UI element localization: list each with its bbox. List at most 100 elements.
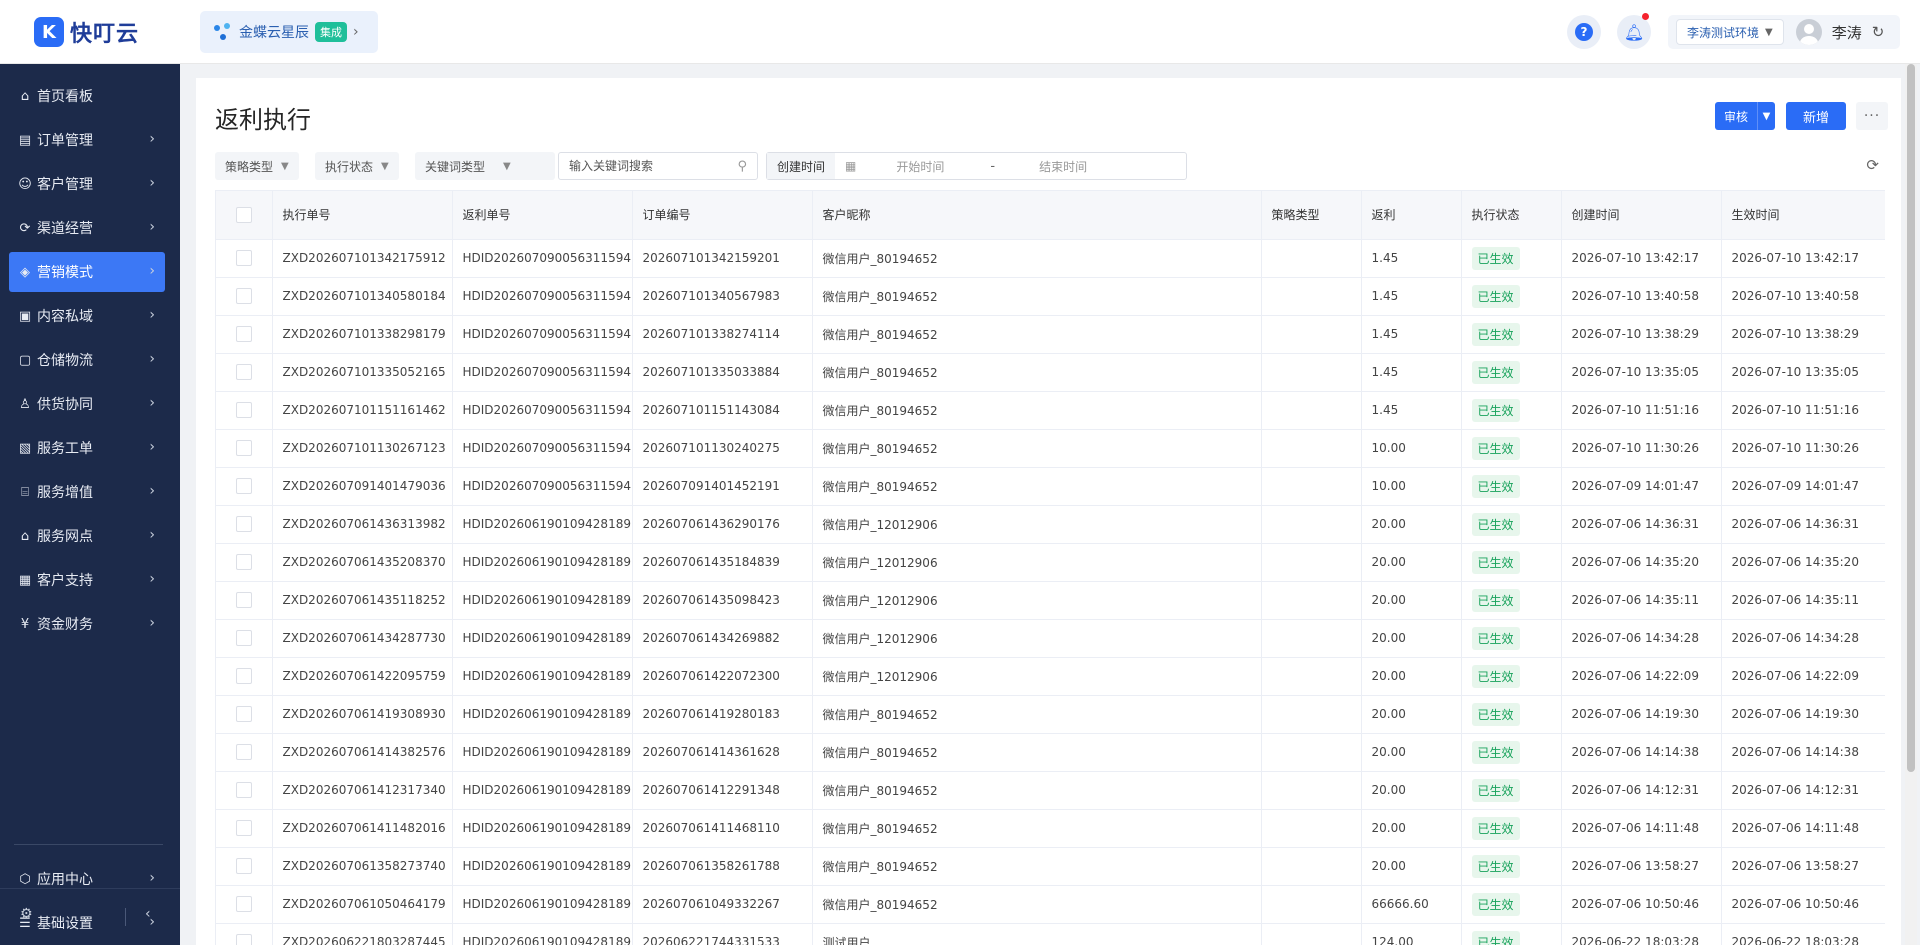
row-checkbox[interactable]	[216, 771, 273, 810]
column-header[interactable]: 策略类型	[1261, 191, 1362, 240]
audit-button[interactable]: 审核	[1715, 102, 1757, 130]
row-checkbox[interactable]	[216, 467, 273, 506]
row-checkbox[interactable]	[216, 885, 273, 924]
table-row[interactable]: ZXD202607061434287730 HDID202606190109428…	[216, 619, 1885, 658]
table-row[interactable]: ZXD202607101335052165 HDID202607090056311…	[216, 353, 1885, 392]
table-cell: 已生效	[1461, 239, 1562, 278]
row-checkbox[interactable]	[216, 391, 273, 430]
sidebar-item-support[interactable]: ▦ 客户支持 ›	[9, 560, 165, 600]
refresh-list-icon[interactable]: ⟳	[1866, 156, 1879, 174]
strategy-type-select[interactable]: 策略类型 ▼	[215, 152, 299, 180]
chevron-right-icon: ›	[149, 395, 155, 411]
notification-button[interactable]: 🔔︎	[1617, 13, 1651, 49]
table-cell: 2026-07-06 13:58:27	[1561, 847, 1722, 886]
sidebar-divider	[14, 844, 163, 845]
column-header[interactable]: 客户昵称	[812, 191, 1262, 240]
row-checkbox[interactable]	[216, 847, 273, 886]
help-button[interactable]: ?	[1567, 15, 1601, 49]
table-cell: 202607101340567983	[632, 277, 813, 316]
table-row[interactable]: ZXD202607061435118252 HDID202606190109428…	[216, 581, 1885, 620]
keyword-type-select[interactable]: 关键词类型 ▼	[415, 152, 555, 180]
sidebar-item-image[interactable]: ▣ 内容私域 ›	[9, 296, 165, 336]
column-header[interactable]: 生效时间	[1721, 191, 1885, 240]
table-row[interactable]: ZXD202607061050464179 HDID202606190109428…	[216, 885, 1885, 924]
table-cell: 2026-07-10 13:42:17	[1721, 239, 1885, 278]
table-row[interactable]: ZXD202607061411482016 HDID202606190109428…	[216, 809, 1885, 848]
logo[interactable]: K 快叮云	[34, 16, 139, 48]
sidebar-item-user[interactable]: ☺ 客户管理 ›	[9, 164, 165, 204]
row-checkbox[interactable]	[216, 619, 273, 658]
user-name[interactable]: 李涛	[1832, 22, 1862, 43]
sidebar-item-tag[interactable]: ◈ 营销模式 ›	[9, 252, 165, 292]
table-row[interactable]: ZXD202607101151161462 HDID202607090056311…	[216, 391, 1885, 430]
table-row[interactable]: ZXD202607101338298179 HDID202607090056311…	[216, 315, 1885, 354]
table-row[interactable]: ZXD202607101340580184 HDID202607090056311…	[216, 277, 1885, 316]
row-checkbox[interactable]	[216, 923, 273, 945]
table-row[interactable]: ZXD202607061422095759 HDID202606190109428…	[216, 657, 1885, 696]
table-row[interactable]: ZXD202607061412317340 HDID202606190109428…	[216, 771, 1885, 810]
row-checkbox[interactable]	[216, 505, 273, 544]
sidebar-item-order-doc[interactable]: ▤ 订单管理 ›	[9, 120, 165, 160]
environment-select[interactable]: 李涛测试环境 ▼	[1676, 19, 1784, 45]
table-row[interactable]: ZXD202607061414382576 HDID202606190109428…	[216, 733, 1885, 772]
sidebar-item-channel[interactable]: ⟳ 渠道经营 ›	[9, 208, 165, 248]
sidebar-item-warehouse[interactable]: ▢ 仓储物流 ›	[9, 340, 165, 380]
sidebar-item-label: 营销模式	[37, 265, 93, 281]
scrollbar-thumb[interactable]	[1907, 64, 1915, 772]
row-checkbox[interactable]	[216, 239, 273, 278]
search-input[interactable]	[569, 153, 729, 179]
new-button[interactable]: 新增	[1786, 102, 1846, 130]
page-scrollbar[interactable]	[1905, 64, 1917, 945]
table-cell: 2026-07-10 11:30:26	[1721, 429, 1885, 468]
row-checkbox[interactable]	[216, 809, 273, 848]
chevron-right-icon: ›	[149, 307, 155, 323]
audit-dropdown-button[interactable]: ▼	[1757, 102, 1775, 130]
table-cell: ZXD202606221803287445	[272, 923, 453, 945]
column-header[interactable]: 执行状态	[1461, 191, 1562, 240]
gear-icon[interactable]: ⚙	[20, 906, 33, 922]
sidebar-item-bag[interactable]: ⌸ 服务增值 ›	[9, 472, 165, 512]
sidebar-item-yen[interactable]: ¥ 资金财务 ›	[9, 604, 165, 644]
row-checkbox[interactable]	[216, 543, 273, 582]
table-row[interactable]: ZXD202607061436313982 HDID202606190109428…	[216, 505, 1885, 544]
table-row[interactable]: ZXD202607061435208370 HDID202606190109428…	[216, 543, 1885, 582]
column-header[interactable]: 返利	[1361, 191, 1462, 240]
table-row[interactable]: ZXD202607101342175912 HDID202607090056311…	[216, 239, 1885, 278]
sidebar-item-ticket[interactable]: ▧ 服务工单 ›	[9, 428, 165, 468]
row-checkbox[interactable]	[216, 581, 273, 620]
more-actions-button[interactable]: ···	[1856, 102, 1888, 130]
row-checkbox[interactable]	[216, 657, 273, 696]
collapse-sidebar-icon[interactable]: ‹	[145, 906, 151, 922]
sidebar-item-store[interactable]: ⌂ 服务网点 ›	[9, 516, 165, 556]
avatar[interactable]	[1795, 19, 1822, 45]
end-date-input[interactable]: 结束时间	[1039, 158, 1087, 175]
sidebar-item-supply[interactable]: ♙ 供货协同 ›	[9, 384, 165, 424]
search-icon[interactable]: ⚲	[737, 159, 747, 174]
sidebar-item-home[interactable]: ⌂ 首页看板	[9, 76, 165, 116]
row-checkbox[interactable]	[216, 733, 273, 772]
column-header[interactable]: 返利单号	[452, 191, 633, 240]
start-date-input[interactable]: 开始时间	[896, 158, 976, 175]
app-switcher[interactable]: 金蝶云星辰 集成 ›	[200, 11, 378, 53]
select-all-checkbox[interactable]	[216, 191, 273, 240]
sidebar-item-label: 服务增值	[37, 485, 93, 501]
row-checkbox[interactable]	[216, 695, 273, 734]
refresh-icon[interactable]: ↻	[1872, 23, 1885, 41]
exec-status-select[interactable]: 执行状态 ▼	[315, 152, 399, 180]
keyword-search[interactable]: ⚲	[558, 152, 758, 180]
table-row[interactable]: ZXD202607061419308930 HDID202606190109428…	[216, 695, 1885, 734]
column-header[interactable]: 订单编号	[632, 191, 813, 240]
table-row[interactable]: ZXD202607101130267123 HDID202607090056311…	[216, 429, 1885, 468]
chevron-down-icon: ▼	[1762, 110, 1771, 122]
row-checkbox[interactable]	[216, 429, 273, 468]
table-cell: 20.00	[1361, 695, 1462, 734]
row-checkbox[interactable]	[216, 353, 273, 392]
table-row[interactable]: ZXD202607091401479036 HDID202607090056311…	[216, 467, 1885, 506]
column-header[interactable]: 创建时间	[1561, 191, 1722, 240]
created-time-range[interactable]: 创建时间 ▦ 开始时间 - 结束时间	[766, 152, 1187, 180]
row-checkbox[interactable]	[216, 315, 273, 354]
table-row[interactable]: ZXD202607061358273740 HDID202606190109428…	[216, 847, 1885, 886]
column-header[interactable]: 执行单号	[272, 191, 453, 240]
table-row[interactable]: ZXD202606221803287445 HDID202606190109428…	[216, 923, 1885, 945]
row-checkbox[interactable]	[216, 277, 273, 316]
